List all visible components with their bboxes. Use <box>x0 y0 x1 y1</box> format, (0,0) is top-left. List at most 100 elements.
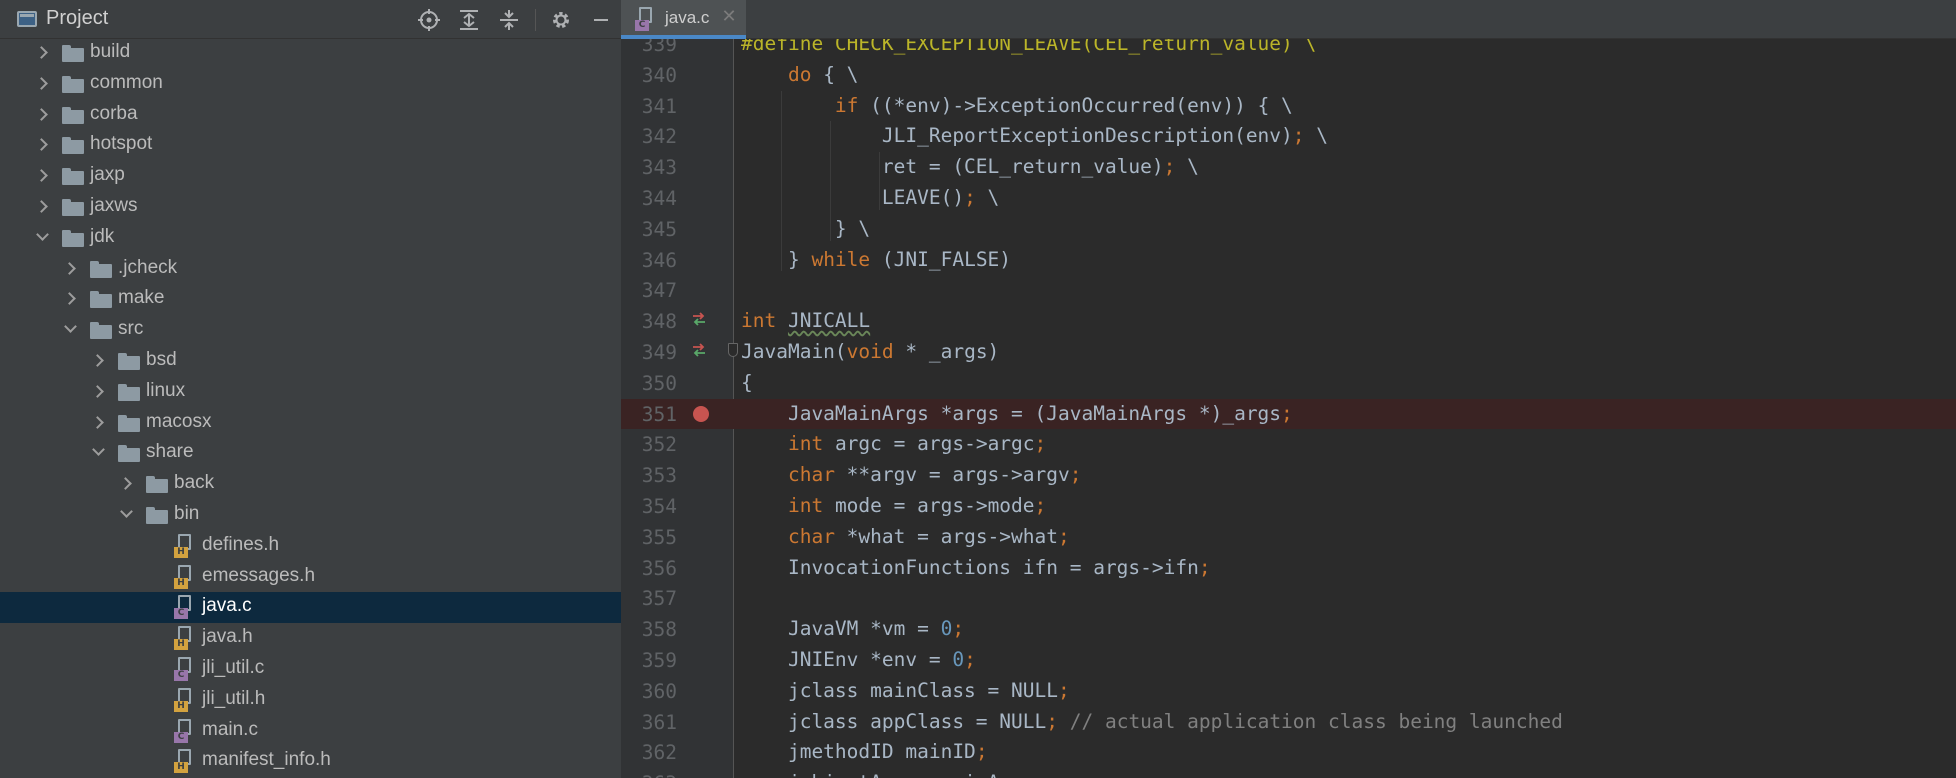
code-line[interactable]: 358 JavaVM *vm = 0; <box>621 614 1956 645</box>
chevron-right-icon[interactable] <box>34 136 50 152</box>
code-line[interactable]: 355 char *what = args->what; <box>621 522 1956 553</box>
panel-title[interactable]: Project <box>46 7 108 30</box>
line-number[interactable]: 342 <box>621 125 677 148</box>
tree-folder-jcheck[interactable]: .jcheck <box>0 254 621 285</box>
navigate-declaration-icon[interactable] <box>691 311 707 331</box>
line-number[interactable]: 354 <box>621 495 677 518</box>
code-line[interactable]: 357 <box>621 583 1956 614</box>
line-number[interactable]: 341 <box>621 95 677 118</box>
code-line[interactable]: 341 if ((*env)->ExceptionOccurred(env)) … <box>621 91 1956 122</box>
chevron-down-icon[interactable] <box>118 506 134 522</box>
chevron-right-icon[interactable] <box>34 44 50 60</box>
tree-folder-src[interactable]: src <box>0 315 621 346</box>
line-number[interactable]: 340 <box>621 64 677 87</box>
chevron-down-icon[interactable] <box>90 444 106 460</box>
line-number[interactable]: 356 <box>621 557 677 580</box>
crosshair-icon[interactable] <box>415 6 443 34</box>
code-line[interactable]: 356 InvocationFunctions ifn = args->ifn; <box>621 553 1956 584</box>
chevron-right-icon[interactable] <box>34 75 50 91</box>
code-line[interactable]: 346 } while (JNI_FALSE) <box>621 245 1956 276</box>
code-line[interactable]: 344 LEAVE(); \ <box>621 183 1956 214</box>
code-line[interactable]: 359 JNIEnv *env = 0; <box>621 645 1956 676</box>
tree-folder-build[interactable]: build <box>0 38 621 69</box>
line-number[interactable]: 343 <box>621 156 677 179</box>
code-editor[interactable]: 339 #define CHECK_EXCEPTION_LEAVE(CEL_ret… <box>621 39 1956 778</box>
chevron-right-icon[interactable] <box>62 290 78 306</box>
tree-folder-corba[interactable]: corba <box>0 100 621 131</box>
tree-file-manifest_info-h[interactable]: Hmanifest_info.h <box>0 746 621 777</box>
code-line[interactable]: 340 do { \ <box>621 60 1956 91</box>
chevron-right-icon[interactable] <box>34 198 50 214</box>
code-line[interactable]: 353 char **argv = args->argv; <box>621 460 1956 491</box>
tree-file-defines-h[interactable]: Hdefines.h <box>0 531 621 562</box>
code-line[interactable]: 349 JavaMain(void * _args) <box>621 337 1956 368</box>
chevron-right-icon[interactable] <box>34 106 50 122</box>
chevron-right-icon[interactable] <box>90 414 106 430</box>
tree-file-jli_util-h[interactable]: Hjli_util.h <box>0 685 621 716</box>
chevron-right-icon[interactable] <box>118 475 134 491</box>
tree-folder-macosx[interactable]: macosx <box>0 408 621 439</box>
code-line[interactable]: 343 ret = (CEL_return_value); \ <box>621 152 1956 183</box>
code-line[interactable]: 351 JavaMainArgs *args = (JavaMainArgs *… <box>621 398 1956 430</box>
breakpoint-icon[interactable] <box>693 405 709 422</box>
line-number[interactable]: 344 <box>621 187 677 210</box>
gear-icon[interactable] <box>547 6 575 34</box>
tree-file-jli_util-c[interactable]: Cjli_util.c <box>0 654 621 685</box>
tree-file-main-c[interactable]: Cmain.c <box>0 716 621 747</box>
collapse-all-icon[interactable] <box>495 6 523 34</box>
chevron-down-icon[interactable] <box>62 321 78 337</box>
code-line[interactable]: 352 int argc = args->argc; <box>621 429 1956 460</box>
chevron-right-icon[interactable] <box>34 167 50 183</box>
line-number[interactable]: 359 <box>621 649 677 672</box>
line-number[interactable]: 349 <box>621 341 677 364</box>
tree-file-emessages-h[interactable]: Hemessages.h <box>0 562 621 593</box>
navigate-declaration-icon[interactable] <box>691 342 707 362</box>
line-number[interactable]: 357 <box>621 587 677 610</box>
line-number[interactable]: 360 <box>621 680 677 703</box>
tree-folder-share[interactable]: share <box>0 438 621 469</box>
code-line[interactable]: 350 { <box>621 368 1956 399</box>
line-number[interactable]: 352 <box>621 433 677 456</box>
tree-file-java-c[interactable]: Cjava.c <box>0 592 621 624</box>
line-number[interactable]: 362 <box>621 741 677 764</box>
code-line[interactable]: 345 } \ <box>621 214 1956 245</box>
code-line[interactable]: 361 jclass appClass = NULL; // actual ap… <box>621 707 1956 738</box>
minimize-icon[interactable] <box>587 6 615 34</box>
code-line[interactable]: 360 jclass mainClass = NULL; <box>621 676 1956 707</box>
tree-folder-bsd[interactable]: bsd <box>0 346 621 377</box>
chevron-right-icon[interactable] <box>90 352 106 368</box>
tree-folder-linux[interactable]: linux <box>0 377 621 408</box>
tree-folder-jaxws[interactable]: jaxws <box>0 192 621 223</box>
tree-folder-bin[interactable]: bin <box>0 500 621 531</box>
line-number[interactable]: 348 <box>621 310 677 333</box>
tab-java-c[interactable]: C java.c ✕ <box>621 0 746 39</box>
tree-folder-back[interactable]: back <box>0 469 621 500</box>
code-line[interactable]: 362 jmethodID mainID; <box>621 737 1956 768</box>
tree-folder-common[interactable]: common <box>0 69 621 100</box>
line-number[interactable]: 353 <box>621 464 677 487</box>
line-number[interactable]: 345 <box>621 218 677 241</box>
line-number[interactable]: 355 <box>621 526 677 549</box>
fold-marker-icon[interactable] <box>728 343 738 357</box>
line-number[interactable]: 358 <box>621 618 677 641</box>
line-number[interactable]: 339 <box>621 39 677 56</box>
chevron-down-icon[interactable] <box>34 229 50 245</box>
code-line[interactable]: 347 <box>621 275 1956 306</box>
chevron-right-icon[interactable] <box>62 260 78 276</box>
line-number[interactable]: 361 <box>621 711 677 734</box>
expand-all-icon[interactable] <box>455 6 483 34</box>
chevron-right-icon[interactable] <box>90 383 106 399</box>
tree-folder-make[interactable]: make <box>0 284 621 315</box>
code-line[interactable]: 339 #define CHECK_EXCEPTION_LEAVE(CEL_ret… <box>621 39 1956 60</box>
line-number[interactable]: 350 <box>621 372 677 395</box>
tree-folder-hotspot[interactable]: hotspot <box>0 130 621 161</box>
code-line[interactable]: 354 int mode = args->mode; <box>621 491 1956 522</box>
line-number[interactable]: 347 <box>621 279 677 302</box>
line-number[interactable]: 351 <box>621 403 677 426</box>
tree-folder-jdk[interactable]: jdk <box>0 223 621 254</box>
line-number[interactable]: 363 <box>621 772 677 778</box>
close-icon[interactable]: ✕ <box>719 6 739 26</box>
code-line[interactable]: 348 int JNICALL <box>621 306 1956 337</box>
tree-folder-jaxp[interactable]: jaxp <box>0 161 621 192</box>
line-number[interactable]: 346 <box>621 249 677 272</box>
